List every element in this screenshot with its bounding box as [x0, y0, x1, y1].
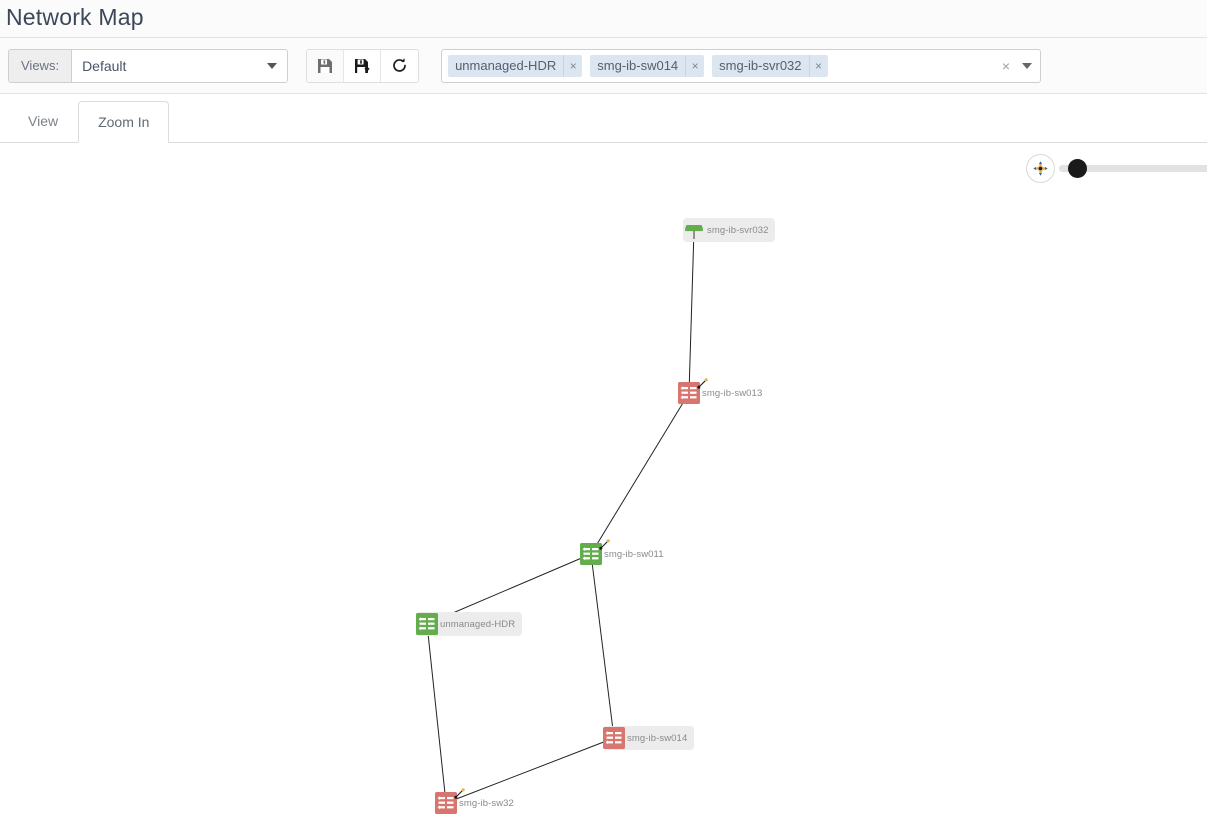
title-bar: Network Map	[0, 0, 1207, 38]
chevron-down-icon[interactable]	[1022, 63, 1032, 69]
toolbar: Views: Default	[0, 38, 1207, 94]
map-node[interactable]: smg-ib-svr032	[683, 218, 775, 242]
filter-chip-remove-icon[interactable]: ×	[685, 55, 704, 77]
filter-chip-remove-icon[interactable]: ×	[809, 55, 828, 77]
tab-bar: View Zoom In	[0, 94, 1207, 143]
toolbar-button-group	[306, 49, 419, 83]
map-edge[interactable]	[427, 624, 446, 803]
filter-chip[interactable]: smg-ib-sw014 ×	[590, 55, 704, 77]
switch-node-icon	[435, 792, 457, 814]
tab-view[interactable]: View	[8, 100, 78, 142]
clear-all-icon[interactable]: ×	[1002, 59, 1010, 73]
map-node[interactable]: smg-ib-sw013	[678, 381, 769, 405]
map-node-label: unmanaged-HDR	[440, 619, 515, 630]
network-map-canvas[interactable]: smg-ib-svr032 smg-ib-sw013 smg-ib-sw011 unm…	[0, 144, 1207, 817]
map-node-label: smg-ib-sw32	[459, 798, 514, 809]
map-node[interactable]: smg-ib-sw014	[603, 726, 694, 750]
zoom-control	[1026, 154, 1207, 183]
page-title: Network Map	[6, 6, 144, 31]
fit-to-screen-button[interactable]	[1026, 154, 1055, 183]
filter-chip-label: smg-ib-sw014	[590, 55, 685, 77]
edge-layer	[0, 144, 1207, 817]
map-edge[interactable]	[591, 393, 689, 554]
filter-chip[interactable]: unmanaged-HDR ×	[448, 55, 582, 77]
filter-chip-label: unmanaged-HDR	[448, 55, 563, 77]
zoom-slider[interactable]	[1059, 154, 1207, 183]
filter-chip-remove-icon[interactable]: ×	[563, 55, 582, 77]
expand-node-icon[interactable]	[697, 376, 708, 387]
save-button[interactable]	[307, 50, 344, 82]
refresh-icon	[391, 57, 408, 74]
save-icon	[317, 58, 333, 74]
views-label: Views:	[9, 50, 72, 82]
switch-node-icon	[416, 613, 438, 635]
filter-chip-input[interactable]: unmanaged-HDR × smg-ib-sw014 × smg-ib-sv…	[441, 49, 1041, 83]
tab-zoom-in[interactable]: Zoom In	[78, 101, 169, 143]
switch-node-icon	[580, 543, 602, 565]
expand-node-icon[interactable]	[599, 537, 610, 548]
network-map-page: Network Map Views: Default	[0, 0, 1207, 817]
filter-chip[interactable]: smg-ib-svr032 ×	[712, 55, 827, 77]
chevron-down-icon	[267, 63, 277, 69]
server-node-icon	[683, 219, 705, 241]
switch-node-icon	[603, 727, 625, 749]
tab-view-label: View	[28, 113, 58, 129]
move-fit-icon	[1032, 160, 1049, 177]
expand-node-icon[interactable]	[454, 786, 465, 797]
filter-chip-label: smg-ib-svr032	[712, 55, 808, 77]
map-node-label: smg-ib-sw013	[702, 388, 762, 399]
map-node[interactable]: smg-ib-sw32	[435, 791, 521, 815]
save-as-icon	[354, 58, 371, 74]
tab-zoom-in-label: Zoom In	[98, 114, 149, 130]
views-control: Views: Default	[8, 49, 288, 83]
map-node-label: smg-ib-sw014	[627, 733, 687, 744]
map-node[interactable]: smg-ib-sw011	[580, 542, 671, 566]
map-node[interactable]: unmanaged-HDR	[416, 612, 522, 636]
filter-actions: ×	[1002, 50, 1032, 82]
switch-node-icon	[678, 382, 700, 404]
zoom-slider-thumb[interactable]	[1068, 159, 1087, 178]
views-dropdown[interactable]: Default	[72, 50, 287, 82]
map-node-label: smg-ib-svr032	[707, 225, 768, 236]
refresh-button[interactable]	[381, 50, 418, 82]
save-as-button[interactable]	[344, 50, 381, 82]
map-node-label: smg-ib-sw011	[604, 549, 664, 560]
map-edge[interactable]	[591, 554, 614, 738]
map-edge[interactable]	[689, 230, 694, 393]
views-selected-value: Default	[82, 58, 126, 74]
